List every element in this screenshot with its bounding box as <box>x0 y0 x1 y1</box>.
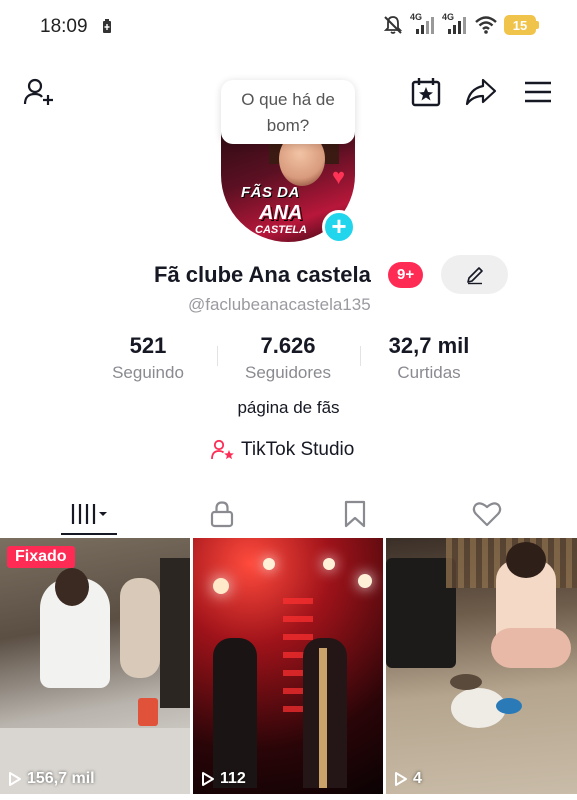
play-icon <box>9 772 21 786</box>
avatar-text-line1: FÃS DA <box>241 184 300 201</box>
notification-badge[interactable]: 9+ <box>388 262 424 288</box>
add-story-button[interactable]: + <box>322 210 356 244</box>
heart-icon <box>472 502 502 527</box>
pencil-icon <box>467 267 483 285</box>
stat-followers[interactable]: 7.626 Seguidores <box>218 333 358 383</box>
creator-star-icon <box>211 439 234 460</box>
tab-private[interactable] <box>150 490 294 538</box>
profile-handle: @faclubeanacastela135 <box>188 295 371 314</box>
profile-name: Fã clube Ana castela <box>154 262 371 287</box>
video-views-count: 4 <box>413 770 422 787</box>
status-bubble-text: O que há de bom? <box>241 90 335 135</box>
tab-videos[interactable] <box>17 490 161 538</box>
edit-profile-button[interactable] <box>441 255 508 294</box>
avatar-text-line2: ANA <box>259 202 303 224</box>
stat-following[interactable]: 521 Seguindo <box>78 333 218 383</box>
video-views: 156,7 mil <box>8 770 95 788</box>
stat-likes-label: Curtidas <box>397 363 461 382</box>
stat-likes[interactable]: 32,7 mil Curtidas <box>359 333 499 383</box>
signal-1-icon: 4G <box>410 12 436 36</box>
heart-icon: ♥ <box>331 164 345 189</box>
video-grid: Fixado 156,7 mil 112 4 <box>0 538 577 800</box>
active-tab-indicator <box>61 533 117 535</box>
status-bar: 18:09 4G 4G 15 <box>0 0 577 54</box>
avatar-text-line3: CASTELA <box>255 224 307 236</box>
stat-following-value: 521 <box>129 333 167 358</box>
play-icon <box>202 772 214 786</box>
tab-favorites[interactable] <box>283 490 427 538</box>
pinned-badge: Fixado <box>7 546 75 568</box>
battery-saver-icon <box>103 19 111 33</box>
tab-liked[interactable] <box>415 490 559 538</box>
profile-bio: página de fãs <box>237 398 340 417</box>
battery-icon: 15 <box>504 15 539 35</box>
stat-followers-value: 7.626 <box>260 333 316 358</box>
video-thumbnail-1[interactable]: Fixado 156,7 mil <box>0 538 190 794</box>
share-icon[interactable] <box>465 76 497 108</box>
battery-level: 15 <box>504 15 536 35</box>
tiktok-studio-link[interactable]: TikTok Studio <box>211 439 354 461</box>
signal-2-icon: 4G <box>442 12 468 36</box>
stat-following-label: Seguindo <box>112 363 184 382</box>
menu-icon[interactable] <box>522 76 554 108</box>
status-time: 18:09 <box>40 16 88 37</box>
calendar-star-icon[interactable] <box>410 76 442 108</box>
tiktok-studio-label: TikTok Studio <box>241 439 355 460</box>
video-views: 4 <box>394 770 422 788</box>
add-friend-icon[interactable] <box>22 76 54 108</box>
lock-icon <box>210 501 234 528</box>
wifi-icon <box>475 16 497 34</box>
video-views: 112 <box>201 770 246 788</box>
stat-followers-label: Seguidores <box>244 363 331 382</box>
status-bubble[interactable]: O que há de bom? <box>221 80 355 144</box>
mute-icon <box>383 16 403 34</box>
video-thumbnail-3[interactable]: 4 <box>386 538 577 794</box>
video-views-count: 112 <box>220 770 246 787</box>
grid-icon <box>71 504 107 524</box>
status-icons: 4G 4G 15 <box>382 12 539 36</box>
video-thumbnail-2[interactable]: 112 <box>193 538 383 794</box>
play-icon <box>395 772 407 786</box>
video-views-count: 156,7 mil <box>27 770 95 787</box>
bookmark-icon <box>344 500 366 528</box>
profile-tabs <box>0 490 577 538</box>
stat-likes-value: 32,7 mil <box>388 333 470 358</box>
